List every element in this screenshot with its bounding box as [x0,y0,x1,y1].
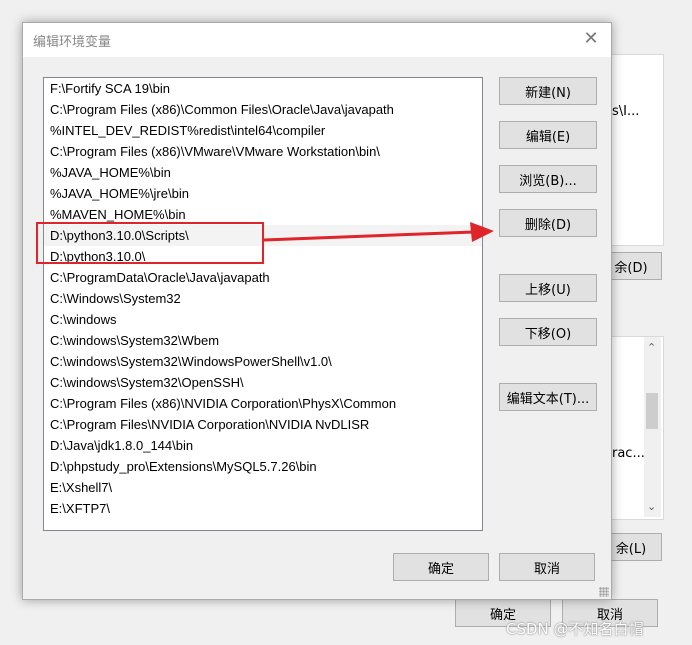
edit-environment-variable-dialog: 编辑环境变量 ✕ F:\Fortify SCA 19\bin C:\Progra… [22,22,612,600]
background-scrollbar[interactable]: ⌃ ⌄ [644,337,661,517]
annotation-highlight-box [36,222,264,264]
path-list-item[interactable]: F:\Fortify SCA 19\bin [44,78,482,99]
close-icon[interactable]: ✕ [581,29,601,49]
move-down-button[interactable]: 下移(O) [499,318,597,346]
edit-button[interactable]: 编辑(E) [499,121,597,149]
new-button[interactable]: 新建(N) [499,77,597,105]
browse-button[interactable]: 浏览(B)... [499,165,597,193]
background-truncated-text-lower: rac... [612,446,645,461]
path-list-item[interactable]: E:\Xshell7\ [44,477,482,498]
path-list-item[interactable]: %INTEL_DEV_REDIST%redist\intel64\compile… [44,120,482,141]
ok-button[interactable]: 确定 [393,553,489,581]
path-list-item[interactable]: C:\Program Files\NVIDIA Corporation\NVID… [44,414,482,435]
scroll-down-icon[interactable]: ⌄ [647,500,656,513]
path-list-item[interactable]: %JAVA_HOME%\bin [44,162,482,183]
path-list-item[interactable]: C:\Program Files (x86)\NVIDIA Corporatio… [44,393,482,414]
resize-grip-icon[interactable] [599,587,609,597]
path-list-item[interactable]: C:\Program Files (x86)\Common Files\Orac… [44,99,482,120]
scroll-up-icon[interactable]: ⌃ [647,341,656,354]
path-list-item[interactable]: C:\windows\System32\Wbem [44,330,482,351]
path-list-item[interactable]: %JAVA_HOME%\jre\bin [44,183,482,204]
move-up-button[interactable]: 上移(U) [499,274,597,302]
scrollbar-thumb[interactable] [646,393,658,429]
delete-button[interactable]: 删除(D) [499,209,597,237]
background-truncated-text-upper: s\I... [612,104,640,119]
path-list-item[interactable]: C:\windows\System32\WindowsPowerShell\v1… [44,351,482,372]
edit-text-button[interactable]: 编辑文本(T)... [499,383,597,411]
title-bar[interactable]: 编辑环境变量 ✕ [23,23,611,57]
path-list-item[interactable]: C:\windows\System32\OpenSSH\ [44,372,482,393]
watermark: CSDN @不知名白帽 [506,620,644,638]
path-list-item[interactable]: C:\windows [44,309,482,330]
annotation-arrow-icon [263,222,494,242]
path-list-item[interactable]: E:\XFTP7\ [44,498,482,519]
path-list-item[interactable]: C:\ProgramData\Oracle\Java\javapath [44,267,482,288]
path-list-item[interactable]: D:\phpstudy_pro\Extensions\MySQL5.7.26\b… [44,456,482,477]
path-list-item[interactable]: D:\Java\jdk1.8.0_144\bin [44,435,482,456]
path-list-item[interactable]: C:\Windows\System32 [44,288,482,309]
path-list-item[interactable]: C:\Program Files (x86)\VMware\VMware Wor… [44,141,482,162]
cancel-button[interactable]: 取消 [499,553,595,581]
dialog-title: 编辑环境变量 [33,35,112,50]
path-list[interactable]: F:\Fortify SCA 19\bin C:\Program Files (… [43,77,483,531]
